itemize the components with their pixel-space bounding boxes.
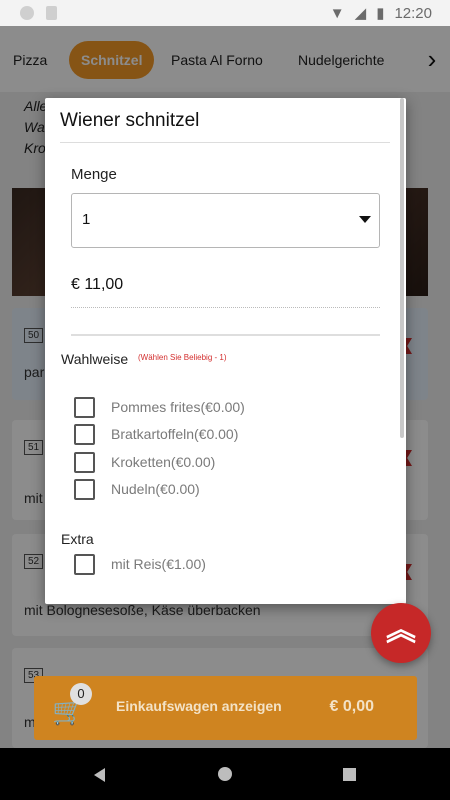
dropdown-arrow-icon (359, 216, 371, 223)
divider (71, 334, 380, 336)
checkbox[interactable] (74, 478, 95, 500)
options-label: Wahlweise (61, 351, 129, 367)
notification-dot-icon (20, 6, 34, 20)
battery-icon: ▮ (376, 5, 385, 22)
signal-icon: ◢ (354, 5, 367, 22)
checkbox[interactable] (74, 423, 95, 445)
quantity-label: Menge (71, 166, 117, 183)
recent-apps-icon[interactable] (343, 768, 356, 781)
view-cart-button[interactable]: 🛒 0 Einkaufswagen anzeigen € 0,00 (34, 676, 417, 740)
checkbox[interactable] (74, 451, 95, 473)
options-note: (Wählen Sie Beliebig - 1) (138, 353, 227, 362)
divider (60, 142, 390, 143)
checkbox[interactable] (74, 553, 95, 575)
extra-label: Extra (61, 531, 94, 547)
dialog-scrollbar[interactable] (400, 98, 404, 438)
option-label: Kroketten(€0.00) (111, 454, 216, 470)
option-label: Bratkartoffeln(€0.00) (111, 426, 239, 442)
status-right: ▼ ◢ ▮ 12:20 (329, 4, 432, 23)
status-left (20, 6, 57, 20)
divider (71, 307, 380, 308)
extra-option-label: mit Reis(€1.00) (111, 556, 206, 572)
option-checkbox-row[interactable]: Bratkartoffeln(€0.00) (74, 423, 238, 445)
scroll-to-top-button[interactable]: ︽ (371, 603, 431, 663)
double-chevron-up-icon: ︽ (386, 614, 416, 647)
item-price: € 11,00 (71, 276, 124, 293)
product-options-dialog: Wiener schnitzel Menge 1 € 11,00 Wahlwei… (45, 98, 406, 604)
navigation-bar (0, 748, 450, 800)
status-bar: ▼ ◢ ▮ 12:20 (0, 0, 450, 26)
cart-total: € 0,00 (329, 698, 374, 715)
cart-count-badge: 0 (70, 683, 92, 705)
option-checkbox-row[interactable]: Kroketten(€0.00) (74, 451, 215, 473)
status-time: 12:20 (394, 4, 432, 22)
sd-card-icon (46, 6, 57, 20)
home-icon[interactable] (218, 767, 232, 781)
back-icon[interactable] (94, 768, 105, 782)
quantity-value: 1 (82, 211, 91, 228)
checkbox[interactable] (74, 396, 95, 418)
option-checkbox-row[interactable]: Pommes frites(€0.00) (74, 396, 245, 418)
quantity-select[interactable]: 1 (71, 193, 380, 248)
option-label: Pommes frites(€0.00) (111, 399, 245, 415)
wifi-icon: ▼ (329, 4, 345, 22)
extra-checkbox-row[interactable]: mit Reis(€1.00) (74, 553, 206, 575)
option-checkbox-row[interactable]: Nudeln(€0.00) (74, 478, 200, 500)
cart-label: Einkaufswagen anzeigen (116, 698, 282, 714)
dialog-title: Wiener schnitzel (60, 110, 200, 131)
option-label: Nudeln(€0.00) (111, 481, 200, 497)
